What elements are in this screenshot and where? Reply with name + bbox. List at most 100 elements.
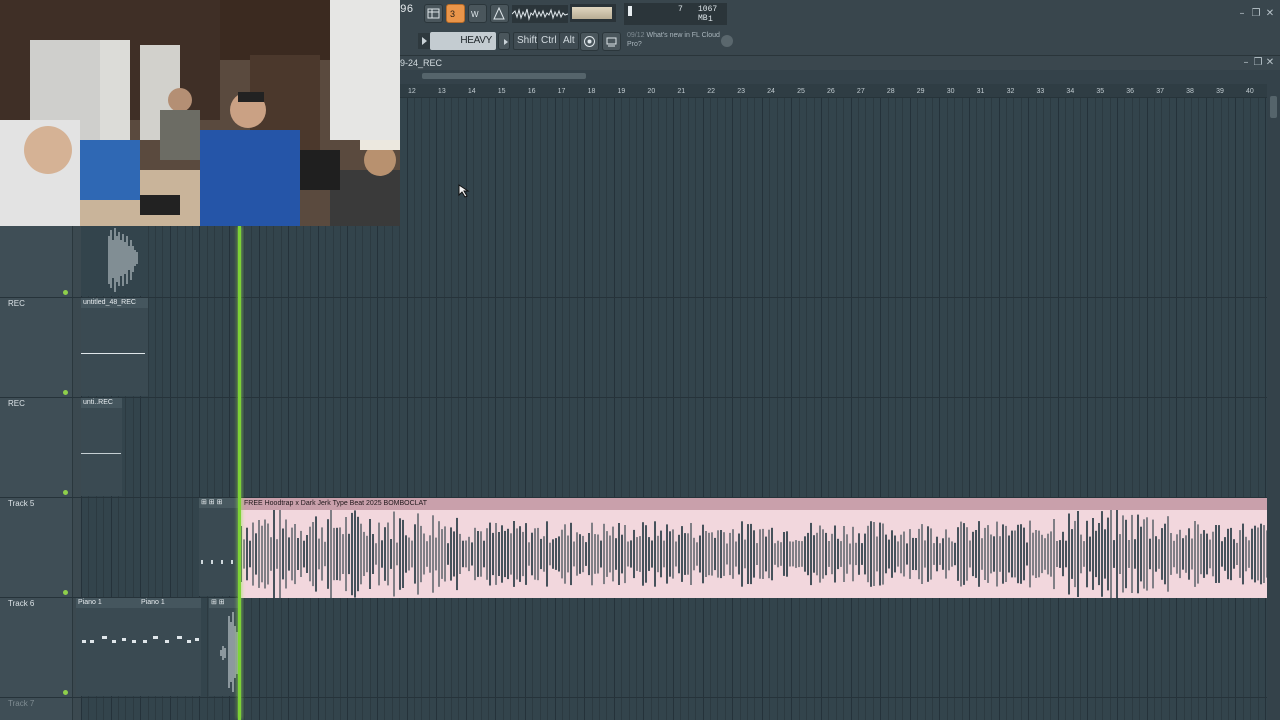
ruler-tick-28: 28	[886, 88, 895, 95]
metronome-icon	[493, 7, 505, 20]
grid-icon	[427, 8, 440, 19]
ruler-tick-23: 23	[737, 88, 745, 95]
ruler-tick-37: 37	[1156, 88, 1164, 95]
ruler-tick-39: 39	[1216, 88, 1224, 95]
playlist-restore-icon[interactable]: ❐	[1252, 57, 1264, 69]
alt-key-button[interactable]: Alt	[559, 32, 579, 50]
news-date: 09/12	[627, 32, 645, 39]
chevron-right-icon	[504, 39, 508, 45]
ruler-tick-27: 27	[856, 88, 865, 95]
cart-icon	[606, 37, 617, 47]
audio-clip-small[interactable]: ⊞ ⊞ ⊞	[199, 498, 240, 596]
audio-clip-rec-top[interactable]	[81, 226, 148, 296]
ctrl-key-button[interactable]: Ctrl	[537, 32, 561, 50]
clip-title-piano2: Piano 1	[139, 598, 201, 608]
ruler-tick-17: 17	[557, 88, 566, 95]
track-separator	[0, 697, 1267, 698]
cpu-monitor: 7 1067 MB 1	[624, 3, 727, 25]
tempo-display[interactable]: 96	[400, 4, 416, 24]
ruler-tick-31: 31	[976, 88, 985, 95]
voices-value: 1	[708, 15, 713, 24]
minimize-icon[interactable]: –	[1236, 8, 1248, 20]
ruler-tick-19: 19	[617, 88, 626, 95]
track-label-rec2[interactable]: REC	[8, 399, 25, 408]
ruler-tick-13: 13	[437, 88, 446, 95]
ruler-tick-18: 18	[587, 88, 596, 95]
ruler-tick-14: 14	[467, 88, 476, 95]
track-label-6[interactable]: Track 6	[8, 599, 34, 608]
vertical-scroll-thumb[interactable]	[1270, 96, 1277, 118]
svg-text:W: W	[471, 10, 479, 19]
webcam-overlay	[0, 0, 400, 226]
wait-icon: W	[471, 10, 479, 19]
master-volume-meter	[570, 4, 616, 22]
audio-clip-beat[interactable]: FREE Hoodtrap x Dark Jerk Type Beat 2025…	[240, 498, 1267, 598]
ruler-tick-20: 20	[647, 88, 656, 95]
pattern-next-button[interactable]	[498, 32, 510, 50]
ruler-tick-15: 15	[497, 88, 506, 95]
pattern-clip-piano1-b[interactable]: Piano 1	[139, 598, 201, 696]
audio-clip-rec1[interactable]: untitled_48_REC	[81, 298, 148, 396]
horizontal-scroll-thumb[interactable]	[422, 73, 586, 79]
news-panel[interactable]: 09/12 What's new in FL Cloud Pro?	[627, 31, 723, 53]
ruler-tick-22: 22	[707, 88, 716, 95]
ruler-tick-21: 21	[677, 88, 686, 95]
track-mute-led[interactable]	[63, 690, 68, 695]
track-label-5[interactable]: Track 5	[8, 499, 34, 508]
snap-button[interactable]	[580, 32, 599, 51]
ruler-tick-36: 36	[1126, 88, 1135, 95]
cpu-value: 7	[678, 5, 683, 14]
clip-title-rec1: untitled_48_REC	[81, 298, 148, 308]
playlist-minimize-icon[interactable]: –	[1240, 57, 1252, 69]
playlist-close-icon[interactable]: ✕	[1264, 57, 1276, 69]
ruler-tick-25: 25	[797, 88, 805, 95]
track-label-7[interactable]: Track 7	[8, 699, 34, 708]
play-icon	[422, 37, 427, 45]
ruler-tick-29: 29	[916, 88, 925, 95]
pattern-name: HEAVY	[460, 35, 492, 46]
ruler-tick-38: 38	[1186, 88, 1194, 95]
ruler-tick-24: 24	[767, 88, 775, 95]
ruler-tick-26: 26	[827, 88, 835, 95]
track-separator	[0, 397, 1267, 398]
ruler-tick-12: 12	[408, 88, 416, 95]
audio-clip-rec2[interactable]: unti..REC	[81, 398, 122, 496]
metronome-button[interactable]	[490, 4, 509, 23]
pattern-selector[interactable]: HEAVY	[430, 32, 496, 50]
webcam-image	[0, 0, 400, 226]
ruler-tick-35: 35	[1096, 88, 1105, 95]
pattern-play-button[interactable]	[418, 33, 430, 49]
shop-button[interactable]	[602, 32, 621, 51]
mouse-pointer-icon	[458, 184, 470, 203]
svg-text:3: 3	[450, 9, 455, 19]
close-icon[interactable]: ✕	[1264, 8, 1276, 20]
ruler-tick-30: 30	[946, 88, 955, 95]
playlist-title: 9-24_REC	[400, 58, 443, 68]
track-mute-led[interactable]	[63, 290, 68, 295]
pattern-clip-piano1[interactable]: Piano 1	[76, 598, 139, 696]
vertical-scrollbar[interactable]	[1267, 84, 1280, 720]
ruler-tick-16: 16	[527, 88, 536, 95]
ruler-tick-34: 34	[1066, 88, 1075, 95]
oscilloscope-display	[511, 5, 569, 23]
playhead[interactable]	[238, 226, 241, 720]
playlist-view-button[interactable]	[424, 4, 443, 23]
step-icon: 3	[450, 9, 455, 19]
track-separator	[0, 297, 1267, 298]
fl-studio-window: 96 3 W 7 1067 MB 1 HEAVY Shift Ctrl Alt …	[0, 0, 1280, 720]
clip-title-beat: FREE Hoodtrap x Dark Jerk Type Beat 2025…	[240, 498, 1267, 510]
wait-input-button[interactable]: W	[468, 4, 487, 23]
track-label-rec1[interactable]: REC	[8, 299, 25, 308]
ruler-tick-32: 32	[1006, 88, 1015, 95]
track-mute-led[interactable]	[63, 490, 68, 495]
track-mute-led[interactable]	[63, 590, 68, 595]
restore-icon[interactable]: ❐	[1250, 8, 1262, 20]
track-mute-led[interactable]	[63, 390, 68, 395]
magnet-icon	[584, 36, 595, 47]
globe-icon[interactable]	[721, 35, 733, 47]
step-seq-button[interactable]: 3	[446, 4, 465, 23]
clip-title-piano1: Piano 1	[76, 598, 139, 608]
audio-clip-piano-small[interactable]: ⊞ ⊞	[209, 598, 240, 696]
clip-title-rec2: unti..REC	[81, 398, 122, 408]
ruler-tick-40: 40	[1246, 88, 1254, 95]
